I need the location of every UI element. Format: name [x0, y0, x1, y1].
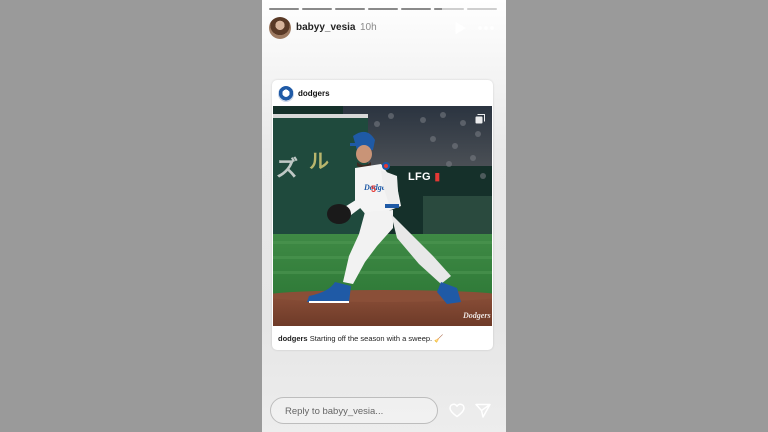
progress-fill	[434, 8, 442, 10]
post-caption: dodgers Starting off the season with a s…	[278, 334, 444, 343]
progress-segment	[269, 8, 299, 10]
svg-text:ル: ル	[309, 151, 329, 173]
progress-segment	[467, 8, 497, 10]
heart-icon[interactable]	[449, 403, 465, 418]
carousel-icon	[475, 114, 485, 124]
progress-fill	[401, 8, 431, 10]
progress-segment	[401, 8, 431, 10]
progress-segment	[335, 8, 365, 10]
story-header: babyy_vesia 10h	[269, 17, 498, 39]
watermark-script: Dodgers	[462, 311, 491, 320]
post-photo[interactable]: ズ ル Dodgers 5 Dodgers LFG ▮	[273, 106, 492, 326]
story-progress-bar	[269, 8, 497, 10]
lfg-overlay-text: LFG ▮	[408, 170, 441, 183]
reply-input[interactable]	[283, 398, 427, 425]
fire-emoji: ▮	[434, 171, 441, 183]
pitcher-photo-illustration: ズ ル Dodgers 5 Dodgers	[273, 106, 492, 326]
more-icon[interactable]	[477, 21, 495, 35]
post-account-name[interactable]: dodgers	[298, 89, 330, 98]
svg-text:5: 5	[371, 184, 376, 194]
story-username[interactable]: babyy_vesia	[296, 22, 356, 33]
caption-text: Starting off the season with a sweep. 🧹	[309, 334, 444, 343]
post-header: dodgers	[278, 86, 487, 102]
shared-post-card[interactable]: dodgers ズ ル Dodgers 5 Dodgers LFG ▮ dodg…	[272, 80, 493, 350]
progress-segment	[302, 8, 332, 10]
progress-segment	[368, 8, 398, 10]
story-timestamp: 10h	[360, 22, 377, 33]
lfg-text: LFG	[408, 171, 431, 183]
play-icon[interactable]	[453, 21, 467, 35]
progress-fill	[302, 8, 332, 10]
caption-username[interactable]: dodgers	[278, 334, 308, 343]
dodgers-logo-avatar	[278, 86, 294, 102]
story-viewer: babyy_vesia 10h dodgers ズ ル Dodgers 5 Do…	[262, 0, 506, 432]
svg-text:ズ: ズ	[276, 156, 298, 181]
progress-segment	[434, 8, 464, 10]
progress-fill	[269, 8, 299, 10]
reply-field[interactable]	[270, 397, 438, 425]
progress-fill	[368, 8, 398, 10]
avatar[interactable]	[269, 17, 291, 39]
send-icon[interactable]	[475, 403, 491, 418]
progress-fill	[335, 8, 365, 10]
